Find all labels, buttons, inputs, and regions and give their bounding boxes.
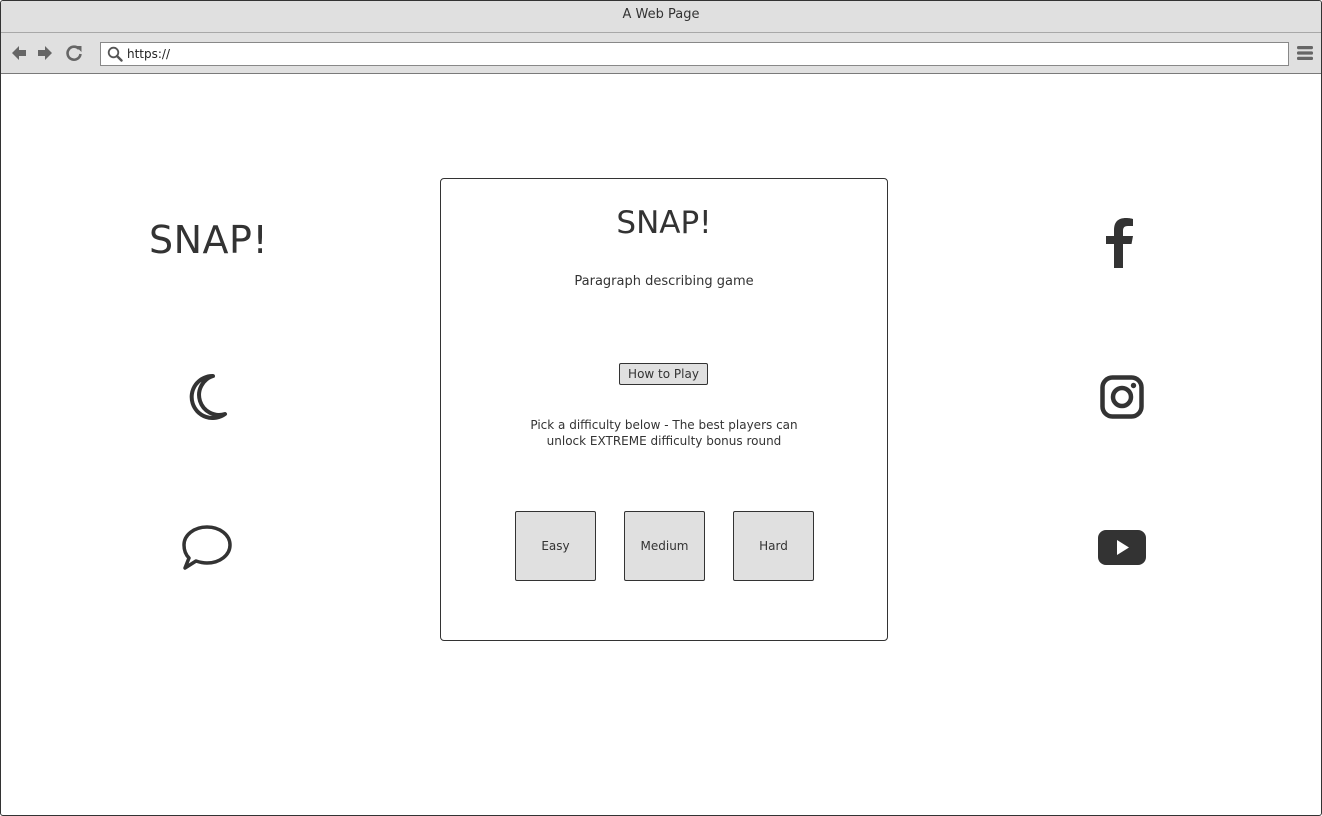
game-card: SNAP! Paragraph describing game How to P… [440,178,888,641]
search-icon [107,46,123,62]
difficulty-text-line-1: Pick a difficulty below - The best playe… [530,418,798,432]
medium-button[interactable]: Medium [624,511,705,581]
hard-button[interactable]: Hard [733,511,814,581]
instagram-icon[interactable] [1100,375,1144,419]
url-bar[interactable]: https:// [100,42,1289,66]
how-to-play-button[interactable]: How to Play [619,363,708,385]
browser-window: A Web Page https:// SNAP! SNAP! Paragrap… [0,0,1322,816]
arrow-left-icon[interactable] [9,43,29,63]
browser-toolbar: https:// [1,33,1321,74]
easy-button[interactable]: Easy [515,511,596,581]
side-logo: SNAP! [149,218,269,262]
game-description: Paragraph describing game [574,274,754,289]
difficulty-instructions: Pick a difficulty below - The best playe… [521,417,807,449]
arrow-right-icon[interactable] [35,43,55,63]
url-text: https:// [127,47,171,61]
difficulty-text-line-2: unlock EXTREME difficulty bonus round [546,434,782,448]
moon-icon[interactable] [187,374,229,420]
youtube-icon[interactable] [1098,530,1146,565]
speech-bubble-icon[interactable] [181,524,233,570]
page-viewport: SNAP! SNAP! Paragraph describing game Ho… [1,74,1321,814]
window-title: A Web Page [1,1,1321,33]
card-title: SNAP! [616,205,712,241]
facebook-icon[interactable] [1104,218,1134,268]
hamburger-menu-icon[interactable] [1296,44,1314,62]
reload-icon[interactable] [64,43,84,63]
